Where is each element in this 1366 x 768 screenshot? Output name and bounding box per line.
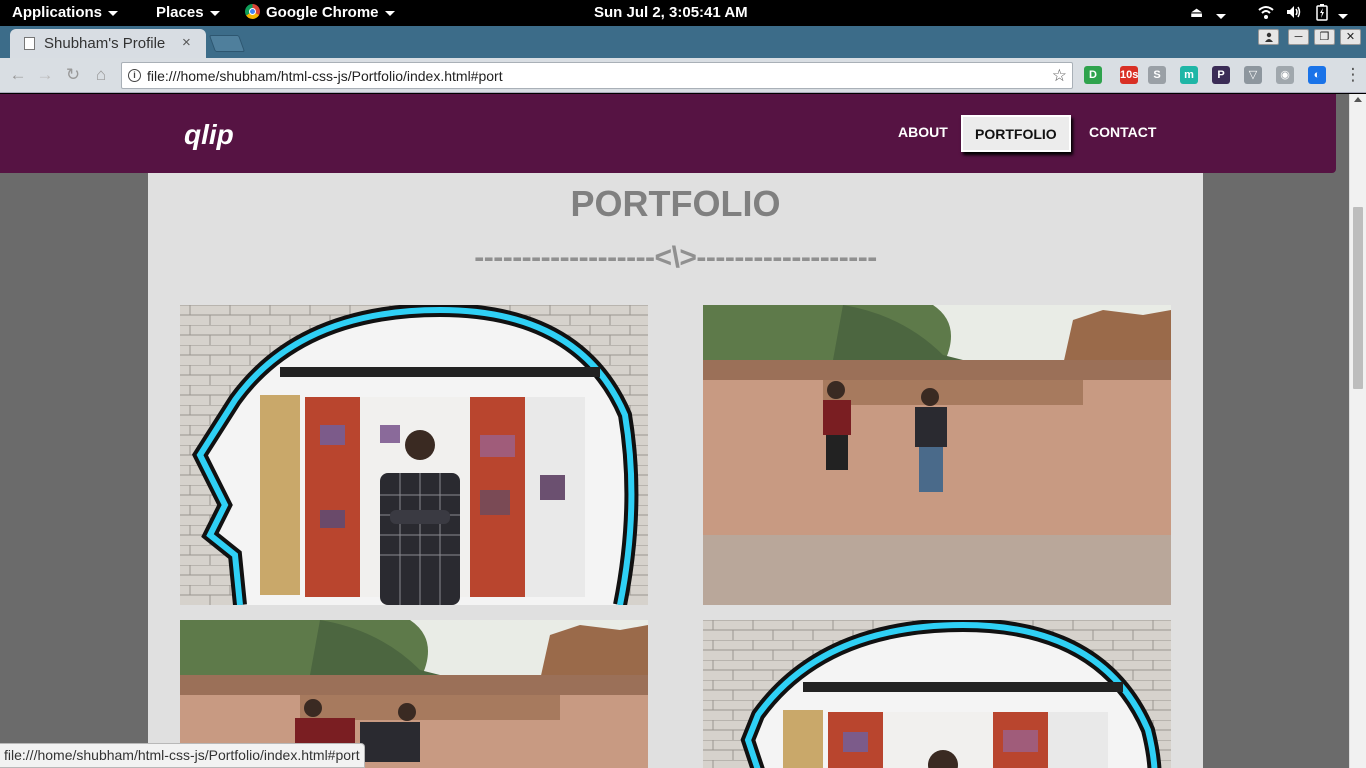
bookmark-star-icon[interactable]: ☆ (1052, 66, 1067, 86)
scrollbar-thumb[interactable] (1353, 207, 1363, 389)
active-app-menu[interactable]: Google Chrome (245, 4, 395, 21)
applications-menu[interactable]: Applications (12, 4, 119, 21)
address-bar[interactable]: i ☆ (121, 62, 1073, 89)
battery-icon[interactable] (1316, 4, 1328, 22)
eject-icon[interactable]: ⏏ (1190, 4, 1203, 22)
wifi-icon[interactable] (1258, 4, 1274, 22)
close-window-icon[interactable]: ✕ (1340, 29, 1361, 45)
page-viewport: qlip ABOUT PORTFOLIO CONTACT PORTFOLIO -… (0, 94, 1366, 768)
applications-menu-label: Applications (12, 4, 103, 21)
portfolio-section: PORTFOLIO -------------------<\>--------… (148, 173, 1203, 768)
site-info-icon[interactable]: i (128, 69, 141, 82)
chevron-down-icon (384, 10, 395, 16)
chrome-logo-icon (245, 4, 260, 19)
portfolio-heading: PORTFOLIO (570, 183, 781, 224)
sync-extension-icon[interactable]: ◐ (1308, 66, 1326, 84)
portfolio-divider: -------------------<\>------------------… (474, 241, 877, 274)
pushbullet-extension-icon[interactable]: P (1212, 66, 1230, 84)
active-app-label: Google Chrome (266, 4, 379, 21)
minimize-icon[interactable]: ─ (1288, 29, 1309, 45)
new-tab-button[interactable] (208, 35, 246, 52)
desktop-top-panel: Applications Places Google Chrome Sun Ju… (0, 0, 1366, 26)
chevron-down-icon (108, 10, 119, 16)
chrome-menu-icon[interactable]: ⋮ (1342, 64, 1364, 86)
site-brand[interactable]: qlip (184, 119, 234, 151)
volume-icon[interactable] (1286, 4, 1302, 22)
places-menu[interactable]: Places (156, 4, 220, 21)
url-input[interactable] (147, 63, 1027, 88)
scroll-up-icon[interactable] (1354, 97, 1362, 102)
profile-extension-icon[interactable]: ◉ (1276, 66, 1294, 84)
site-navbar: qlip ABOUT PORTFOLIO CONTACT (0, 94, 1336, 173)
portfolio-photo-exhibit-2[interactable] (703, 620, 1171, 768)
back-icon[interactable]: ← (7, 64, 29, 86)
nav-portfolio-link[interactable]: PORTFOLIO (961, 115, 1071, 152)
profile-button[interactable] (1258, 29, 1279, 45)
forward-icon[interactable]: → (34, 64, 56, 86)
maximize-icon[interactable]: ❐ (1314, 29, 1335, 45)
chevron-down-icon[interactable] (1338, 7, 1348, 25)
nav-about-link[interactable]: ABOUT (898, 124, 948, 140)
page-scrollbar[interactable] (1349, 94, 1366, 768)
portfolio-photo-ruins[interactable] (703, 305, 1171, 605)
tab-close-icon[interactable]: × (182, 34, 191, 51)
clock[interactable]: Sun Jul 2, 3:05:41 AM (594, 4, 748, 21)
chevron-down-icon (209, 10, 220, 16)
page-icon (24, 37, 35, 50)
nav-contact-link[interactable]: CONTACT (1089, 124, 1156, 140)
pocket-extension-icon[interactable]: D (1084, 66, 1102, 84)
vpn-extension-icon[interactable]: ▽ (1244, 66, 1262, 84)
tab-shubhams-profile[interactable]: Shubham's Profile × (10, 29, 206, 58)
home-icon[interactable]: ⌂ (90, 64, 112, 86)
browser-toolbar: ← → ↻ ⌂ i ☆ D 10s SmP ▽ ◉ ◐ ⋮ (0, 58, 1366, 93)
places-menu-label: Places (156, 4, 204, 21)
browser-tab-strip: Shubham's Profile × ─ ❐ ✕ (0, 26, 1366, 58)
mail-extension-icon[interactable]: 10s (1120, 66, 1138, 84)
momentum-extension-icon[interactable]: m (1180, 66, 1198, 84)
session-extension-icon[interactable]: S (1148, 66, 1166, 84)
portfolio-photo-exhibit[interactable] (180, 305, 648, 605)
chevron-down-icon[interactable] (1216, 7, 1226, 25)
link-status-bubble: file:///home/shubham/html-css-js/Portfol… (0, 743, 365, 768)
reload-icon[interactable]: ↻ (62, 64, 84, 86)
tab-title: Shubham's Profile (44, 35, 166, 52)
